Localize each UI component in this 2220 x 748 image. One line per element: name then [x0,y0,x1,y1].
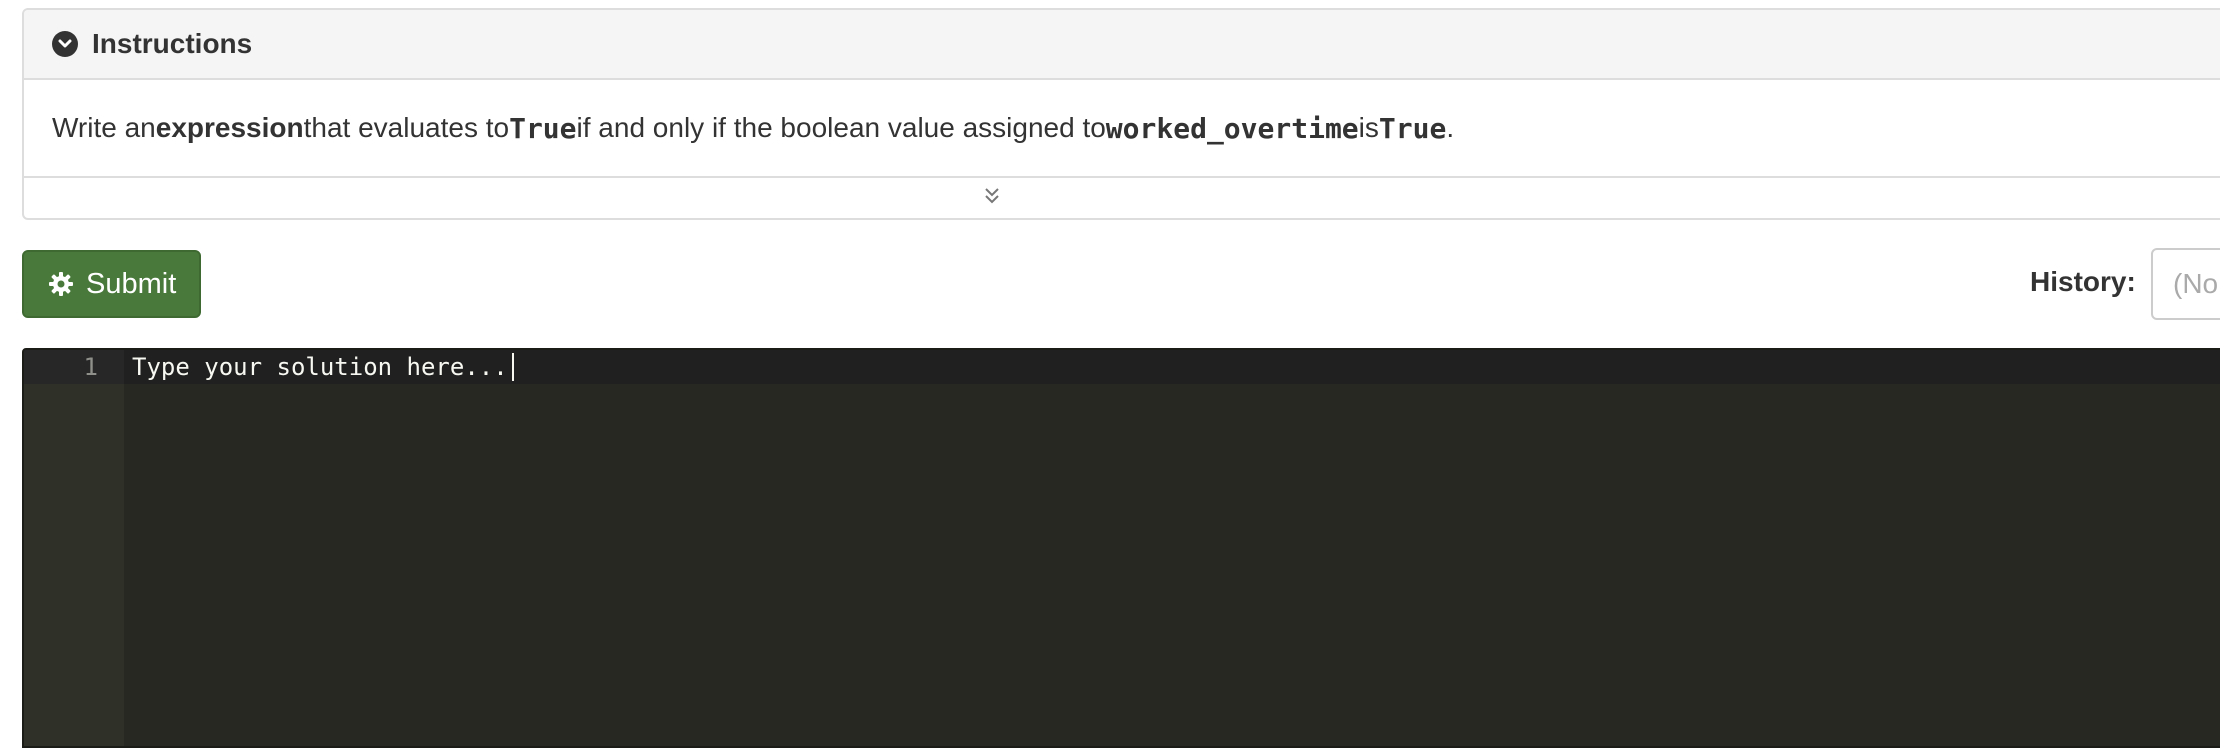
text-cursor [511,353,514,381]
line-number: 1 [83,353,98,381]
instruction-text-part: if and only if the boolean value assigne… [576,112,1106,143]
instructions-panel: Instructions Write an expression that ev… [22,8,2220,220]
instruction-code-variable: worked_overtime [1105,111,1359,145]
editor-placeholder: Type your solution here... [132,353,508,381]
expand-instructions-toggle[interactable] [24,178,2220,218]
instruction-text-part: Write an [52,112,156,143]
instructions-header[interactable]: Instructions [24,10,2220,80]
instruction-code-true: True [1378,111,1447,145]
history-selected-value: (No [2173,268,2219,299]
chevron-circle-down-icon [52,31,78,57]
instruction-text-part: is [1358,112,1379,143]
history-label: History: [2030,266,2136,297]
submit-label: Submit [86,267,177,300]
gear-icon [48,271,74,297]
history-select[interactable]: (No [2151,248,2220,320]
editor-gutter [24,350,124,746]
instructions-title: Instructions [92,28,253,59]
code-editor[interactable]: 1 Type your solution here... [22,348,2220,748]
double-chevron-down-icon [983,186,1001,211]
instructions-text: Write an expression that evaluates to Tr… [24,80,2220,178]
submit-button[interactable]: Submit [22,250,201,318]
instruction-text-part: . [1446,112,1455,143]
instruction-text-part: that evaluates to [303,112,510,143]
instruction-keyword-expression: expression [155,112,304,143]
instruction-code-true: True [509,111,577,145]
editor-input-line[interactable]: Type your solution here... [132,350,514,384]
